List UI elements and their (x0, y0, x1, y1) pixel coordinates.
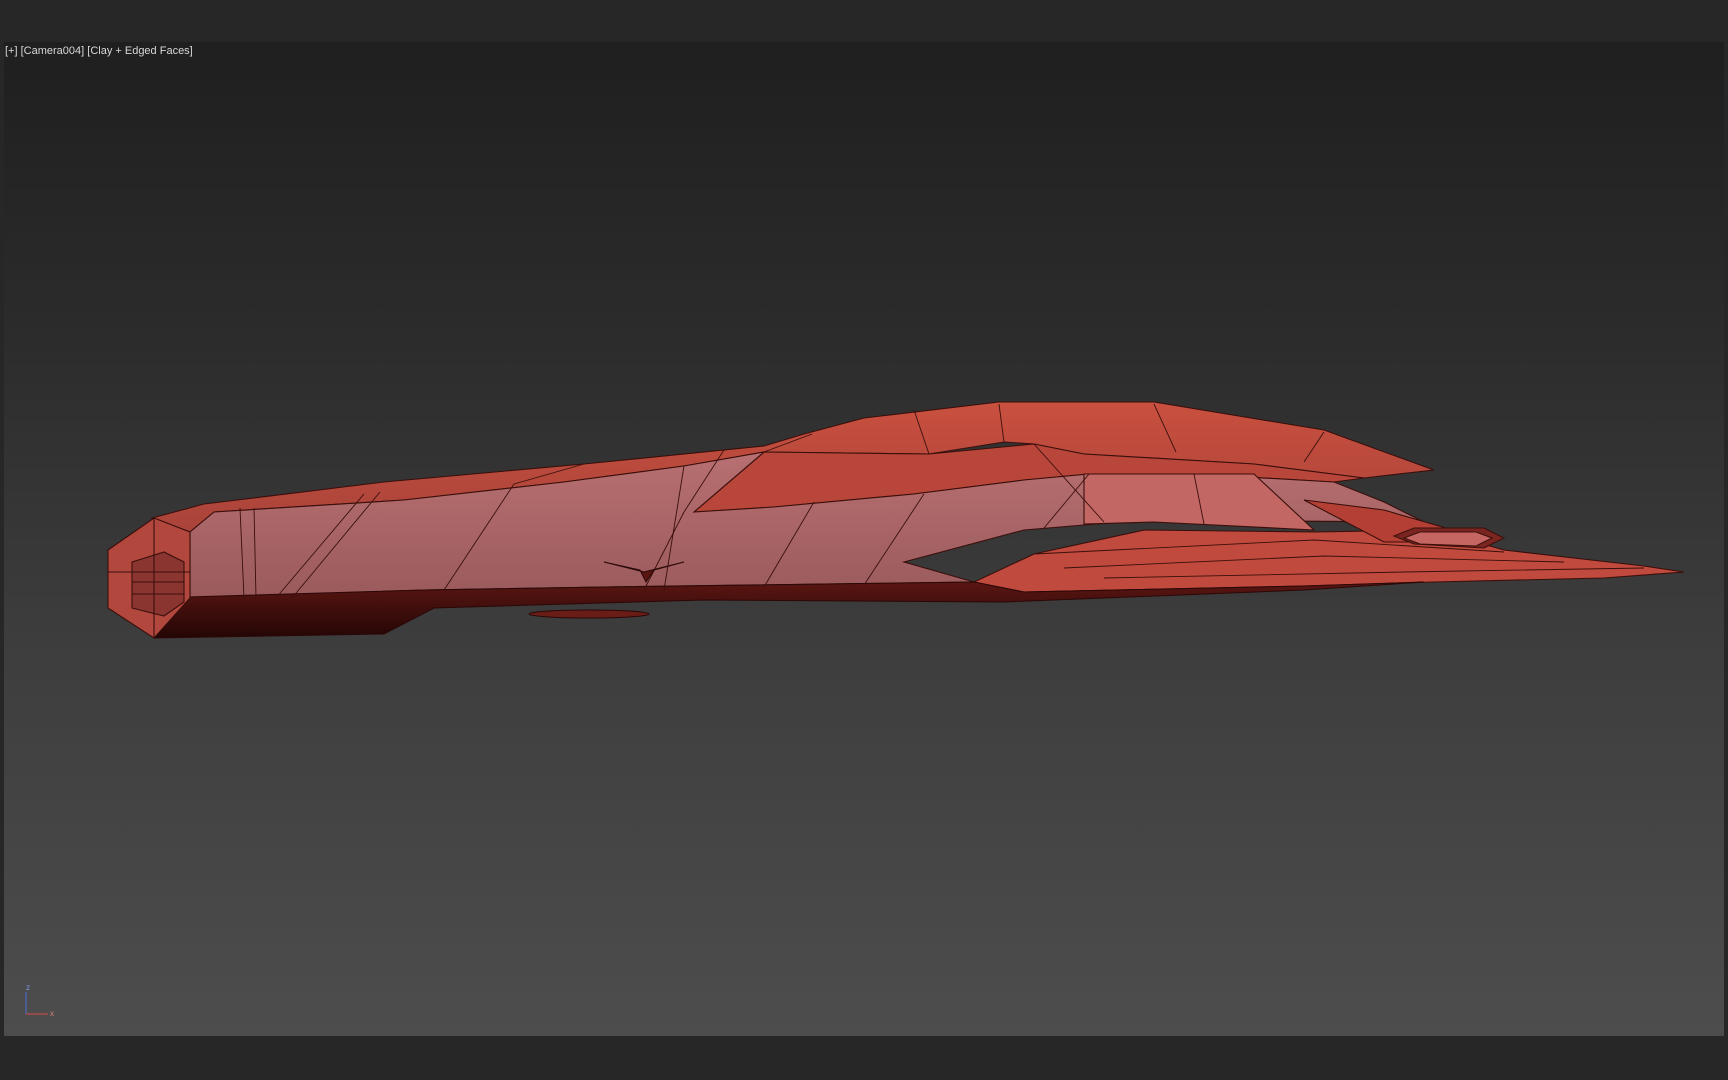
z-axis-label: z (26, 983, 30, 992)
top-toolbar-area (0, 0, 1728, 42)
perspective-viewport[interactable]: [+] [Camera004] [Clay + Edged Faces] z x (4, 42, 1724, 1036)
x-axis-label: x (50, 1009, 54, 1018)
axis-gizmo: z x (25, 983, 54, 1018)
bottom-status-area (0, 1036, 1728, 1080)
max-window: [+] [Camera004] [Clay + Edged Faces] z x (0, 0, 1728, 1080)
spaceship-model[interactable] (4, 42, 1724, 1036)
